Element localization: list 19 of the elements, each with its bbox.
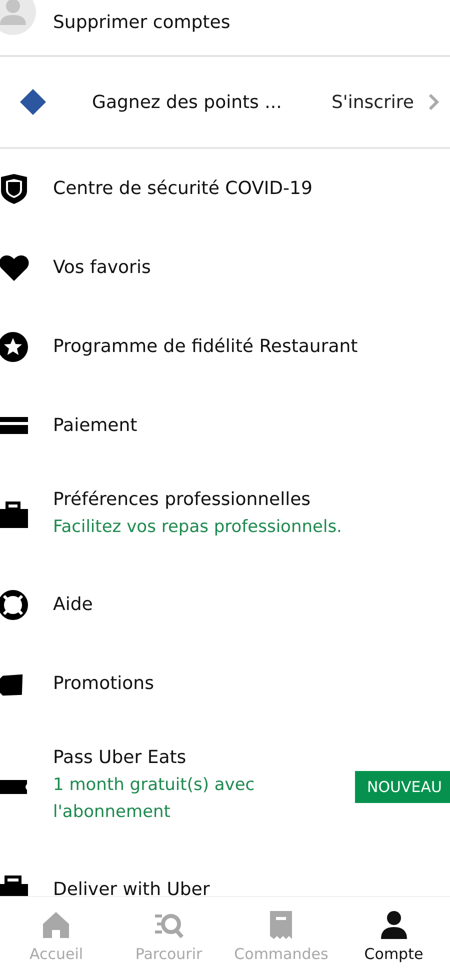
menu-item-label[interactable]: Supprimer comptes xyxy=(53,12,230,32)
chevron-icon xyxy=(428,94,440,110)
briefcase-icon xyxy=(0,499,30,531)
nav-tab[interactable]: Compte xyxy=(338,897,450,975)
menu-item-label[interactable]: Pass Uber Eats xyxy=(53,747,358,768)
menu-item-label[interactable]: Aide xyxy=(53,594,93,615)
menu-item-subtitle: 1 month gratuit(s) avec l'abonnement xyxy=(53,774,256,824)
menu-item-label[interactable]: Deliver with Uber xyxy=(53,879,210,896)
menu-item-label[interactable]: Centre de sécurité COVID-19 xyxy=(53,178,312,199)
menu-item-label[interactable]: Promotions xyxy=(53,673,154,694)
new-badge: NOUVEAU xyxy=(355,770,450,802)
menu-item-label[interactable]: Préférences professionnelles xyxy=(53,489,342,510)
promo-label: Gagnez des points ... xyxy=(92,92,283,112)
menu-item-label[interactable]: Programme de fidélité Restaurant xyxy=(53,336,358,357)
diamond-icon xyxy=(18,87,48,117)
signup-link[interactable]: S'inscrire xyxy=(331,92,414,112)
menu-item-subtitle: Facilitez vos repas professionnels. xyxy=(53,516,342,539)
menu-item-label[interactable]: Vos favoris xyxy=(53,257,151,278)
menu-item-label[interactable]: Paiement xyxy=(53,415,138,436)
